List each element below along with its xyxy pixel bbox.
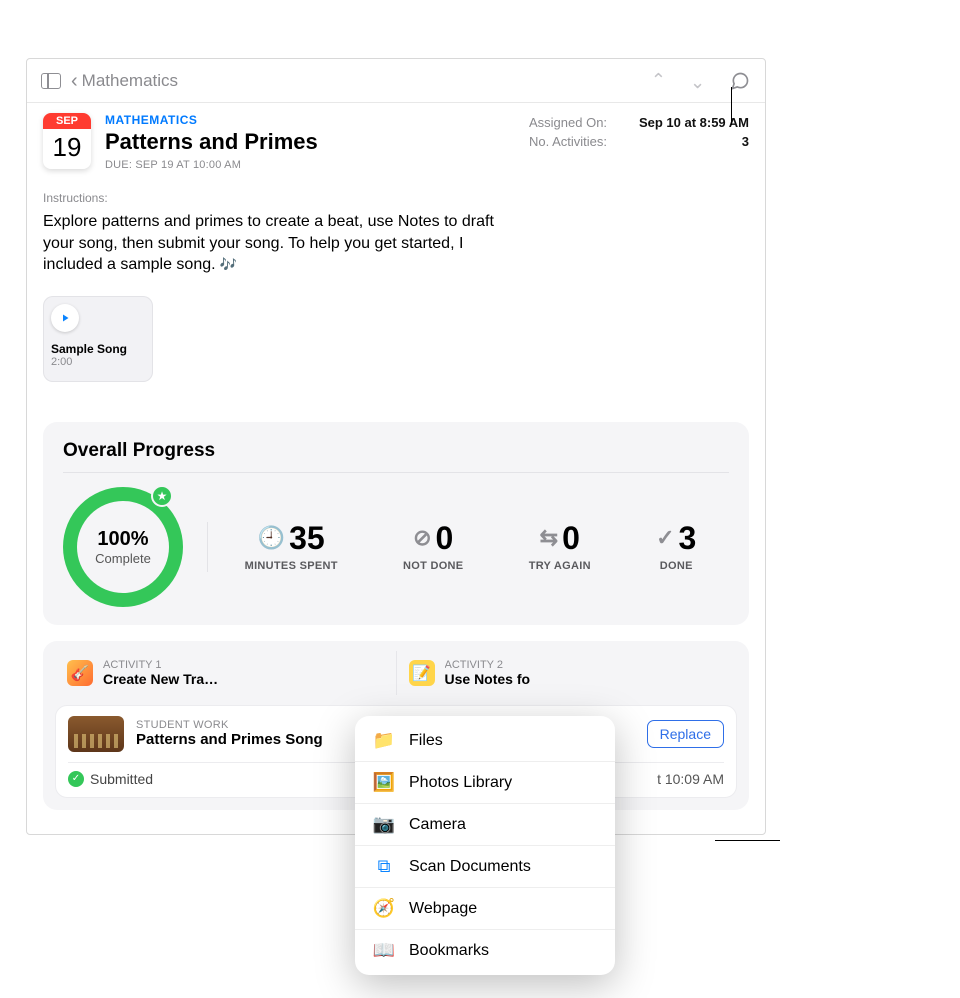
progress-complete-label: Complete	[95, 551, 151, 566]
progress-title: Overall Progress	[63, 440, 729, 462]
overall-progress-card: Overall Progress ★ 100% Complete 🕘35 MIN…	[43, 422, 749, 625]
calendar-badge: SEP 19	[43, 113, 91, 169]
activity-2-title: Use Notes fo	[445, 671, 531, 687]
activity-2-label: ACTIVITY 2	[445, 659, 531, 671]
activities-count-label: No. Activities:	[529, 134, 607, 149]
progress-percent: 100%	[95, 528, 151, 551]
calendar-month: SEP	[43, 113, 91, 129]
tryagain-label: TRY AGAIN	[529, 560, 591, 572]
popover-item-camera[interactable]: 📷 Camera	[355, 803, 615, 845]
done-label: DONE	[656, 560, 696, 572]
assignment-category: MATHEMATICS	[105, 113, 529, 127]
tryagain-value: 0	[562, 522, 580, 554]
messages-icon[interactable]	[729, 71, 751, 91]
activity-1[interactable]: 🎸 ACTIVITY 1 Create New Tra…	[55, 651, 396, 695]
calendar-day: 19	[43, 129, 91, 165]
popover-label: Photos Library	[409, 774, 512, 792]
sidebar-toggle-icon[interactable]	[41, 73, 61, 89]
assigned-on-label: Assigned On:	[529, 115, 607, 130]
star-badge-icon: ★	[151, 485, 173, 507]
top-bar: ‹ Mathematics ⌃ ⌃	[27, 59, 765, 103]
attachment-sample-song[interactable]: Sample Song 2:00	[43, 296, 153, 382]
chevron-up-icon[interactable]: ⌃	[651, 70, 666, 91]
notdone-label: NOT DONE	[403, 560, 463, 572]
attachment-duration: 2:00	[51, 356, 145, 368]
folder-icon: 📁	[373, 730, 395, 751]
assignment-title: Patterns and Primes	[105, 129, 529, 155]
popover-item-bookmarks[interactable]: 📖 Bookmarks	[355, 929, 615, 971]
annotation-line	[731, 87, 732, 125]
submitted-timestamp: t 10:09 AM	[657, 771, 724, 787]
activities-count-value: 3	[742, 134, 749, 149]
back-nav[interactable]: ‹ Mathematics	[71, 71, 178, 91]
assignment-meta: Assigned On: Sep 10 at 8:59 AM No. Activ…	[529, 113, 749, 171]
instructions-text: Explore patterns and primes to create a …	[43, 211, 523, 276]
submitted-check-icon: ✓	[68, 771, 84, 787]
notdone-value: 0	[436, 522, 454, 554]
activity-1-label: ACTIVITY 1	[103, 659, 218, 671]
done-value: 3	[679, 522, 697, 554]
popover-label: Webpage	[409, 900, 477, 918]
chevron-left-icon: ‹	[71, 71, 78, 91]
bookmarks-icon: 📖	[373, 940, 395, 961]
assignment-header: SEP 19 MATHEMATICS Patterns and Primes D…	[27, 103, 765, 175]
student-work-title: Patterns and Primes Song	[136, 731, 323, 748]
notes-icon: 📝	[409, 660, 435, 686]
popover-item-scan[interactable]: ⧉ Scan Documents	[355, 845, 615, 887]
popover-label: Scan Documents	[409, 858, 531, 876]
replace-source-popover: 📁 Files 🖼️ Photos Library 📷 Camera ⧉ Sca…	[355, 716, 615, 975]
clock-icon: 🕘	[258, 527, 285, 549]
notdone-icon: ⊘	[413, 527, 431, 549]
minutes-value: 35	[289, 522, 325, 554]
minutes-label: MINUTES SPENT	[245, 560, 338, 572]
assigned-on-value: Sep 10 at 8:59 AM	[639, 115, 749, 130]
photo-icon: 🖼️	[373, 772, 395, 793]
activity-2[interactable]: 📝 ACTIVITY 2 Use Notes fo	[396, 651, 738, 695]
safari-icon: 🧭	[373, 898, 395, 919]
popover-label: Files	[409, 732, 443, 750]
play-icon[interactable]	[51, 304, 79, 332]
attachment-name: Sample Song	[51, 342, 145, 356]
chevron-down-icon[interactable]: ⌃	[690, 70, 705, 91]
instructions-section: Instructions: Explore patterns and prime…	[27, 175, 765, 286]
divider	[63, 472, 729, 473]
scan-icon: ⧉	[373, 856, 395, 877]
instructions-label: Instructions:	[43, 191, 749, 205]
popover-label: Camera	[409, 816, 466, 834]
done-check-icon: ✓	[656, 527, 674, 549]
replace-button[interactable]: Replace	[647, 720, 724, 748]
assignment-due: DUE: SEP 19 AT 10:00 AM	[105, 159, 529, 171]
student-work-label: STUDENT WORK	[136, 719, 323, 731]
camera-icon: 📷	[373, 814, 395, 835]
popover-label: Bookmarks	[409, 942, 489, 960]
popover-item-webpage[interactable]: 🧭 Webpage	[355, 887, 615, 929]
popover-item-photos[interactable]: 🖼️ Photos Library	[355, 761, 615, 803]
progress-ring: ★ 100% Complete	[63, 487, 183, 607]
garageband-icon: 🎸	[67, 660, 93, 686]
tryagain-icon: ⇆	[540, 527, 558, 549]
annotation-line	[715, 840, 780, 841]
back-label: Mathematics	[82, 71, 178, 91]
work-thumbnail	[68, 716, 124, 752]
submitted-label: Submitted	[90, 771, 153, 787]
activity-1-title: Create New Tra…	[103, 671, 218, 687]
popover-item-files[interactable]: 📁 Files	[355, 720, 615, 761]
